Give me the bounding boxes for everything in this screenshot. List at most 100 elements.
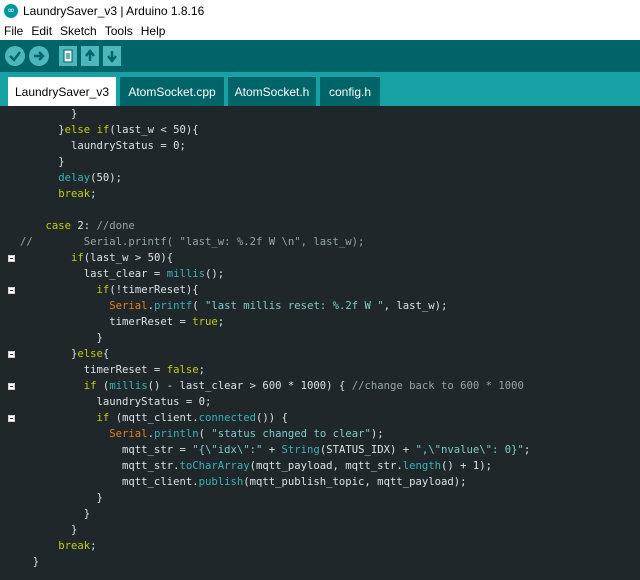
fold-toggle-icon[interactable] bbox=[8, 415, 15, 422]
code-line[interactable]: }else{ bbox=[20, 346, 109, 362]
verify-button[interactable] bbox=[5, 46, 25, 66]
code-token: else bbox=[77, 348, 103, 360]
save-button[interactable] bbox=[103, 46, 121, 66]
code-line[interactable]: timerReset = false; bbox=[20, 362, 205, 378]
menu-sketch[interactable]: Sketch bbox=[56, 24, 101, 38]
code-token: String bbox=[281, 444, 320, 456]
upload-button[interactable] bbox=[29, 46, 49, 66]
code-line[interactable]: laundryStatus = 0; bbox=[20, 394, 212, 410]
code-line[interactable]: case 2: //done bbox=[20, 218, 135, 234]
code-line[interactable]: mqtt_str = "{\"idx\":" + String(STATUS_I… bbox=[20, 442, 530, 458]
code-token: () + 1); bbox=[440, 460, 493, 472]
code-token: "{\"idx\":" bbox=[192, 444, 263, 456]
code-line[interactable]: mqtt_str.toCharArray(mqtt_payload, mqtt_… bbox=[20, 458, 492, 474]
code-line[interactable]: last_clear = millis(); bbox=[20, 266, 224, 282]
new-button[interactable] bbox=[59, 46, 77, 66]
code-token: } bbox=[20, 556, 40, 568]
tab-atomsocket-h[interactable]: AtomSocket.h bbox=[228, 77, 316, 106]
code-line[interactable]: } bbox=[20, 522, 77, 538]
menu-edit[interactable]: Edit bbox=[27, 24, 56, 38]
code-token: ()) { bbox=[256, 412, 288, 424]
code-line[interactable]: break; bbox=[20, 186, 96, 202]
fold-toggle-icon[interactable] bbox=[8, 287, 15, 294]
code-token: if bbox=[96, 284, 110, 296]
code-line[interactable]: delay(50); bbox=[20, 170, 122, 186]
code-token: publish bbox=[198, 476, 244, 488]
code-editor[interactable]: } }else if(last_w < 50){ laundryStatus =… bbox=[0, 106, 640, 580]
menu-help[interactable]: Help bbox=[137, 24, 170, 38]
code-token: } bbox=[20, 124, 65, 136]
code-line[interactable]: if(last_w > 50){ bbox=[20, 250, 173, 266]
code-token: ( bbox=[96, 380, 110, 392]
code-line[interactable]: } bbox=[20, 506, 90, 522]
code-token: (mqtt_client. bbox=[109, 412, 199, 424]
toolbar bbox=[0, 40, 640, 73]
arduino-logo-icon: ∞ bbox=[4, 4, 18, 18]
code-line[interactable]: // Serial.printf( "last_w: %.2f W \n", l… bbox=[20, 234, 364, 250]
tab-label: AtomSocket.h bbox=[234, 84, 310, 99]
tab-config-h[interactable]: config.h bbox=[320, 77, 380, 106]
code-line[interactable]: if (mqtt_client.connected()) { bbox=[20, 410, 288, 426]
code-token: case bbox=[45, 220, 72, 232]
code-token: else bbox=[64, 124, 91, 136]
code-token: ",\"nvalue\": 0}" bbox=[415, 444, 524, 456]
code-token: ; bbox=[90, 540, 97, 552]
code-line[interactable]: laundryStatus = 0; bbox=[20, 138, 186, 154]
tab-laundrysaver-v3[interactable]: LaundrySaver_v3 bbox=[8, 77, 116, 106]
code-token: if bbox=[96, 412, 110, 424]
code-token: , last_w); bbox=[383, 300, 448, 312]
code-line[interactable]: Serial.println( "status changed to clear… bbox=[20, 426, 383, 442]
code-token: } bbox=[20, 108, 78, 120]
new-file-icon bbox=[63, 49, 73, 63]
code-line[interactable]: Serial.printf( "last millis reset: %.2f … bbox=[20, 298, 447, 314]
code-line[interactable]: if (millis() - last_clear > 600 * 1000) … bbox=[20, 378, 524, 394]
checkmark-icon bbox=[9, 51, 21, 62]
code-token: false bbox=[166, 364, 199, 376]
fold-toggle-icon[interactable] bbox=[8, 351, 15, 358]
code-token: "last millis reset: %.2f W " bbox=[205, 300, 384, 312]
code-line[interactable]: } bbox=[20, 154, 64, 170]
code-line[interactable]: mqtt_client.publish(mqtt_publish_topic, … bbox=[20, 474, 466, 490]
menu-file[interactable]: File bbox=[0, 24, 27, 38]
code-token: millis bbox=[166, 268, 205, 280]
tab-atomsocket-cpp[interactable]: AtomSocket.cpp bbox=[120, 77, 224, 106]
code-line[interactable]: timerReset = true; bbox=[20, 314, 224, 330]
code-line[interactable]: } bbox=[20, 554, 39, 570]
code-line[interactable]: }else if(last_w < 50){ bbox=[20, 122, 199, 138]
code-token: { bbox=[102, 348, 110, 360]
code-token: timerReset = bbox=[20, 316, 193, 328]
code-token: if bbox=[83, 380, 97, 392]
code-line[interactable]: } bbox=[20, 106, 77, 122]
code-token: ( bbox=[198, 428, 212, 440]
code-token: toCharArray bbox=[179, 460, 250, 472]
fold-toggle-icon[interactable] bbox=[8, 255, 15, 262]
code-token: (STATUS_IDX) + bbox=[319, 444, 416, 456]
code-token: millis bbox=[109, 380, 148, 392]
code-token: 2: bbox=[71, 220, 97, 232]
code-token: break bbox=[58, 540, 91, 552]
tab-label: config.h bbox=[328, 84, 372, 99]
menu-tools[interactable]: Tools bbox=[101, 24, 137, 38]
code-token: } bbox=[20, 524, 78, 536]
code-line[interactable]: } bbox=[20, 330, 103, 346]
code-token: mqtt_str = bbox=[20, 444, 193, 456]
fold-toggle-icon[interactable] bbox=[8, 383, 15, 390]
code-token: (last_w > 50){ bbox=[83, 252, 174, 264]
code-token: (mqtt_payload, mqtt_str. bbox=[249, 460, 403, 472]
code-token: (last_w < 50){ bbox=[109, 124, 199, 136]
code-line[interactable]: if(!timerReset){ bbox=[20, 282, 199, 298]
code-line[interactable]: break; bbox=[20, 538, 97, 554]
code-token: } bbox=[20, 492, 103, 504]
code-line[interactable]: } bbox=[20, 490, 103, 506]
code-token: connected bbox=[198, 412, 257, 424]
open-button[interactable] bbox=[81, 46, 99, 66]
code-token: last_clear = bbox=[20, 268, 167, 280]
